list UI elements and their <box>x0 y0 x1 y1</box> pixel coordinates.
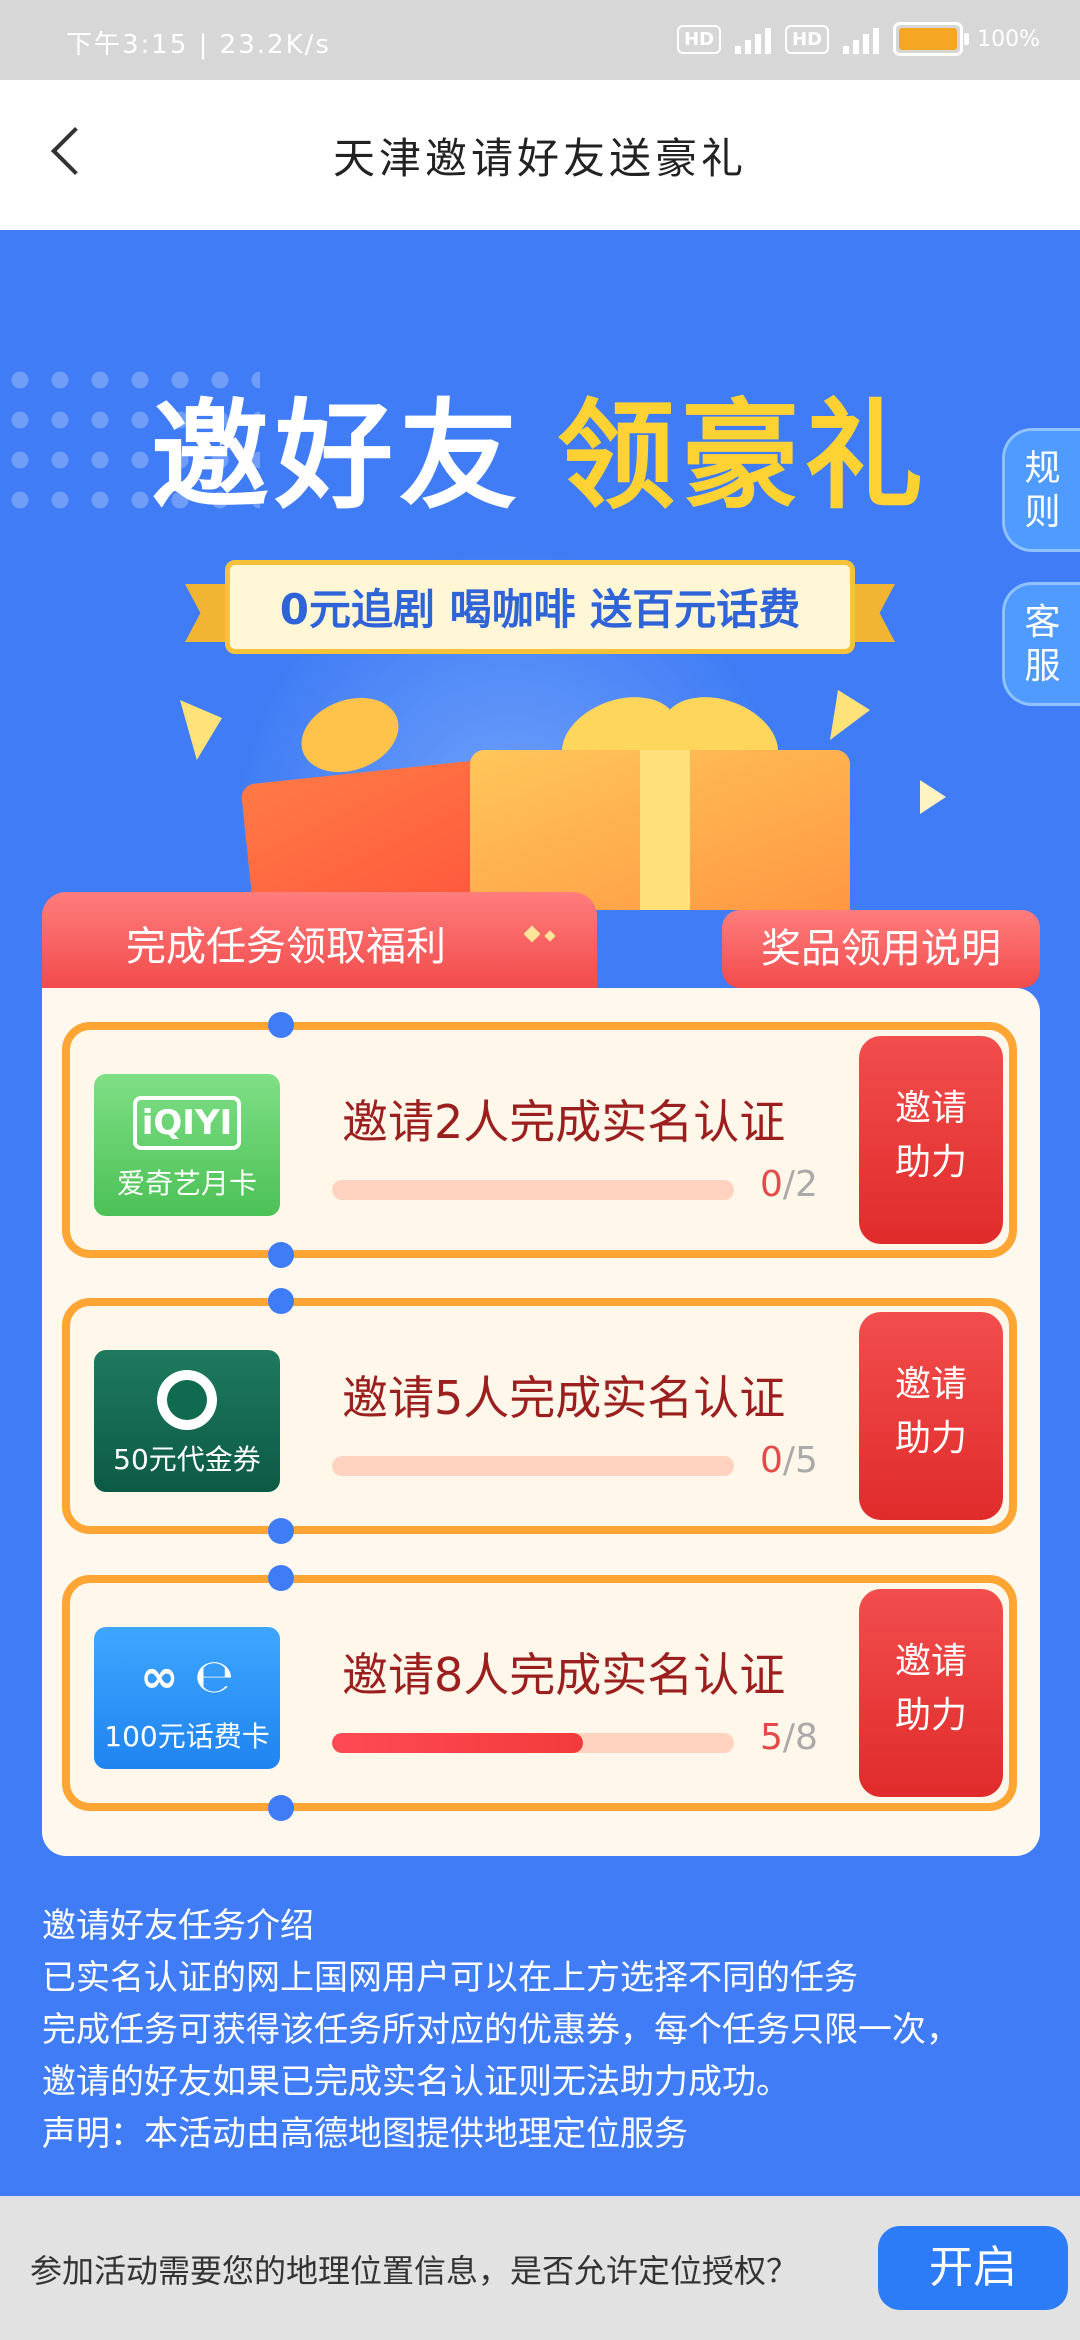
task-card: ∞ ℮ 100元话费卡 邀请8人完成实名认证 5/8 邀请 助力 <box>62 1565 1017 1821</box>
task-intro: 邀请好友任务介绍 已实名认证的网上国网用户可以在上方选择不同的任务 完成任务可获… <box>42 1900 1042 2160</box>
hd-icon-2: HD <box>785 24 830 54</box>
telecom-logo-icon: ∞ ℮ 100元话费卡 <box>94 1627 280 1769</box>
confetti-icon <box>180 700 222 760</box>
iqiyi-logo-icon: iQIYI 爱奇艺月卡 <box>94 1074 280 1216</box>
progress-bar <box>332 1733 734 1753</box>
intro-line: 已实名认证的网上国网用户可以在上方选择不同的任务 <box>42 1958 858 1998</box>
confetti-icon <box>920 780 946 814</box>
progress-bar <box>332 1180 734 1200</box>
intro-line: 声明：本活动由高德地图提供地理定位服务 <box>42 2114 688 2154</box>
tab-tasks[interactable]: 完成任务领取福利 <box>42 892 597 988</box>
hd-icon: HD <box>677 24 722 54</box>
page-title: 天津邀请好友送豪礼 <box>332 134 747 183</box>
invite-help-button[interactable]: 邀请 助力 <box>859 1036 1003 1244</box>
tab-tasks-label: 完成任务领取福利 <box>126 924 446 970</box>
reward-caption: 爱奇艺月卡 <box>116 1167 257 1200</box>
reward-caption: 100元话费卡 <box>104 1720 270 1753</box>
task-title: 邀请2人完成实名认证 <box>342 1095 786 1149</box>
gift-box-icon <box>470 750 850 910</box>
prize-instructions-button[interactable]: 奖品领用说明 <box>722 910 1040 988</box>
invite-help-button[interactable]: 邀请 助力 <box>859 1589 1003 1797</box>
signal-icon <box>735 24 772 54</box>
location-permission-bar: 参加活动需要您的地理位置信息，是否允许定位授权？ 开启 <box>0 2196 1080 2340</box>
hero-headline: 邀好友 领豪礼 <box>0 360 1080 531</box>
intro-heading: 邀请好友任务介绍 <box>42 1906 314 1946</box>
status-icons: HD HD 100% <box>677 22 1040 56</box>
battery-icon <box>893 22 970 56</box>
diamond-icon <box>544 930 556 942</box>
confetti-icon <box>830 690 870 740</box>
task-title: 邀请8人完成实名认证 <box>342 1648 786 1702</box>
reward-caption: 50元代金券 <box>113 1443 261 1476</box>
status-time-speed: 下午3:15 | 23.2K/s <box>66 30 331 60</box>
task-title: 邀请5人完成实名认证 <box>342 1371 786 1425</box>
signal-icon-2 <box>843 24 880 54</box>
hero-ribbon: 0元追剧 喝咖啡 送百元话费 <box>185 560 895 654</box>
task-card: iQIYI 爱奇艺月卡 邀请2人完成实名认证 0/2 邀请 助力 <box>62 1012 1017 1268</box>
top-bar: 天津邀请好友送豪礼 <box>0 80 1080 230</box>
status-bar: 下午3:15 | 23.2K/s HD HD 100% <box>0 0 1080 80</box>
intro-line: 邀请的好友如果已完成实名认证则无法助力成功。 <box>42 2062 790 2102</box>
progress-bar <box>332 1456 734 1476</box>
task-card: 50元代金券 邀请5人完成实名认证 0/5 邀请 助力 <box>62 1288 1017 1544</box>
hero-banner: 邀好友 领豪礼 0元追剧 喝咖啡 送百元话费 <box>0 230 1080 910</box>
location-message: 参加活动需要您的地理位置信息，是否允许定位授权？ <box>30 2252 799 2290</box>
headline-part-yellow: 领豪礼 <box>557 387 930 525</box>
progress-count: 5/8 <box>760 1717 818 1758</box>
ribbon-text: 0元追剧 喝咖啡 送百元话费 <box>279 585 801 634</box>
invite-help-button[interactable]: 邀请 助力 <box>859 1312 1003 1520</box>
headline-part-white: 邀好友 <box>150 387 523 525</box>
progress-count: 0/5 <box>760 1440 818 1481</box>
intro-line: 完成任务可获得该任务所对应的优惠券，每个任务只限一次， <box>42 2010 960 2050</box>
enable-location-button[interactable]: 开启 <box>878 2226 1068 2310</box>
progress-count: 0/2 <box>760 1164 818 1205</box>
diamond-icon <box>523 925 541 943</box>
rules-button[interactable]: 规 则 <box>1002 428 1080 552</box>
battery-percent: 100% <box>977 26 1040 52</box>
customer-service-button[interactable]: 客 服 <box>1002 582 1080 706</box>
starbucks-logo-icon: 50元代金券 <box>94 1350 280 1492</box>
